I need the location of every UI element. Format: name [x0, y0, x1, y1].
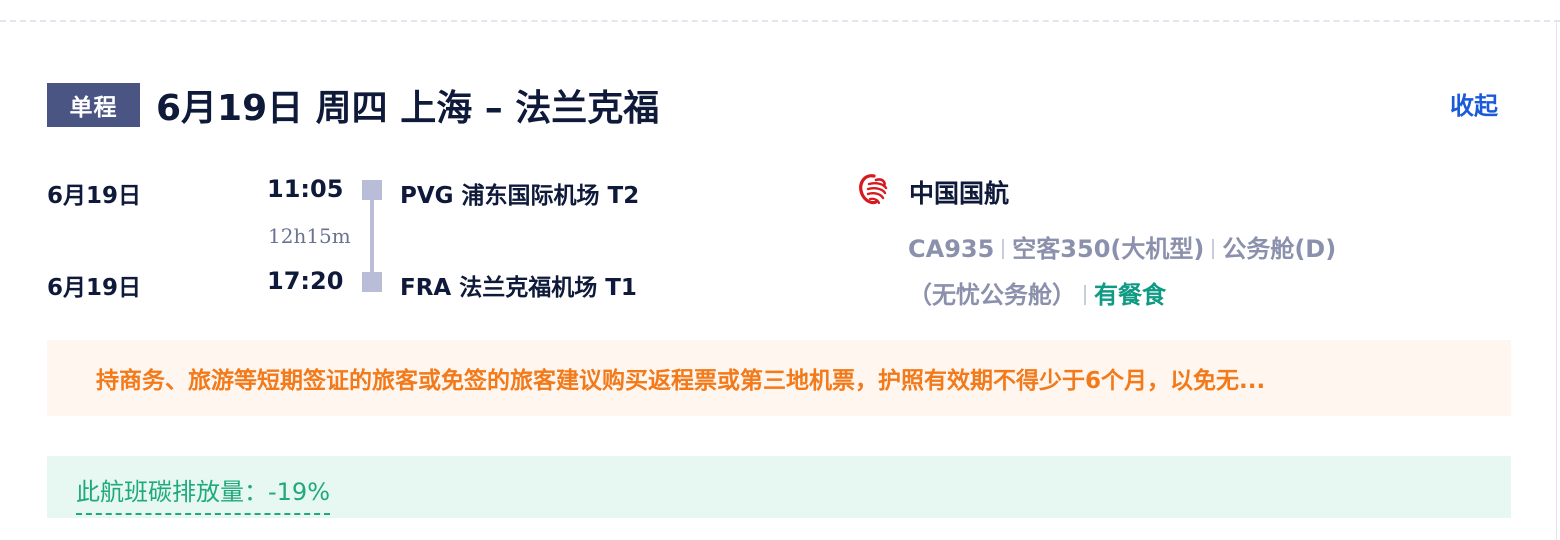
- separator: [1002, 239, 1005, 259]
- timeline-line: [370, 196, 374, 276]
- route-title: 6月19日 周四 上海 – 法兰克福: [156, 88, 660, 129]
- segment-header: 单程 6月19日 周四 上海 – 法兰克福: [47, 80, 659, 130]
- collapse-button[interactable]: 收起: [1450, 86, 1498, 121]
- aircraft-type: 空客350(大机型): [1012, 235, 1205, 263]
- air-china-phoenix-icon: [856, 170, 890, 208]
- flight-info: CA935 空客350(大机型) 公务舱(D) （无忧公务舱） 有餐食: [908, 226, 1428, 318]
- top-divider: [0, 20, 1560, 22]
- flight-number: CA935: [908, 235, 995, 263]
- card-right-border: [1556, 20, 1557, 540]
- arrival-date: 6月19日: [47, 275, 142, 301]
- separator: [1212, 239, 1215, 259]
- departure-date: 6月19日: [47, 183, 142, 209]
- separator: [1084, 285, 1086, 305]
- carbon-emission-label[interactable]: 此航班碳排放量：-19%: [76, 472, 331, 515]
- meal-info: 有餐食: [1094, 281, 1166, 309]
- flight-duration: 12h15m: [268, 224, 351, 248]
- trip-type-badge: 单程: [47, 83, 140, 127]
- flight-detail-card: 单程 6月19日 周四 上海 – 法兰克福 收起 6月19日 11:05 PVG…: [0, 0, 1560, 540]
- arrival-airport: FRA 法兰克福机场 T1: [400, 275, 637, 301]
- departure-airport: PVG 浦东国际机场 T2: [400, 183, 640, 209]
- visa-notice[interactable]: 持商务、旅游等短期签证的旅客或免签的旅客建议购买返程票或第三地机票，护照有效期不…: [47, 340, 1511, 416]
- arrival-time: 17:20: [267, 267, 344, 295]
- visa-notice-text: 持商务、旅游等短期签证的旅客或免签的旅客建议购买返程票或第三地机票，护照有效期不…: [96, 368, 1266, 394]
- departure-time: 11:05: [267, 175, 344, 203]
- carbon-emission-panel: 此航班碳排放量：-19%: [47, 456, 1511, 518]
- fare-product-name: （无忧公务舱）: [908, 281, 1076, 309]
- airline-name: 中国国航: [909, 179, 1010, 208]
- cabin-class: 公务舱(D): [1222, 235, 1337, 263]
- arrival-marker: [362, 272, 382, 292]
